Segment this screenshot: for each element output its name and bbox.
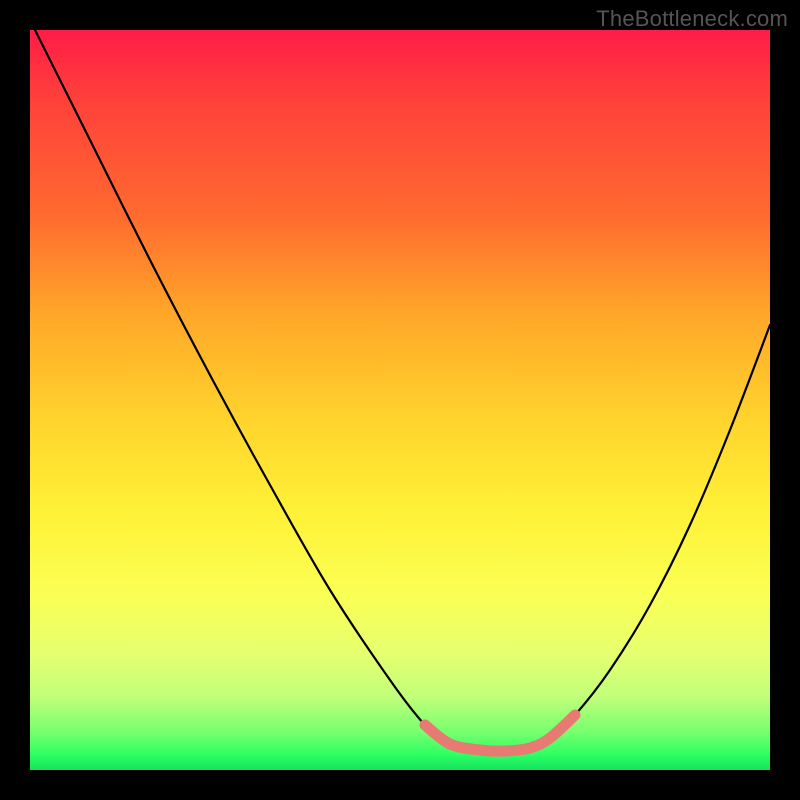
optimal-highlight xyxy=(425,715,575,751)
chart-overlay xyxy=(30,30,770,770)
bottleneck-curve xyxy=(35,30,770,751)
watermark-label: TheBottleneck.com xyxy=(596,6,788,32)
chart-canvas: TheBottleneck.com xyxy=(0,0,800,800)
plot-area xyxy=(30,30,770,770)
